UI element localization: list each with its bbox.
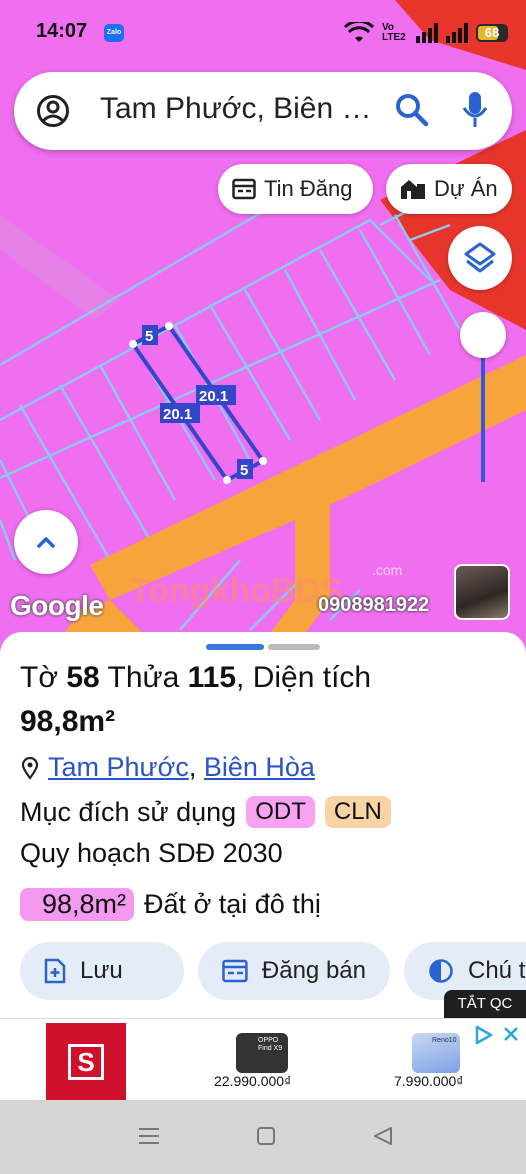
land-use-tag[interactable]: ODT bbox=[246, 796, 315, 828]
contrast-icon bbox=[429, 959, 453, 983]
listings-chip[interactable]: Tin Đăng bbox=[218, 164, 373, 214]
layers-button[interactable] bbox=[448, 226, 512, 290]
sheet-page-indicator-active[interactable] bbox=[206, 644, 264, 650]
zoom-slider-handle[interactable] bbox=[460, 312, 506, 358]
brand-logo: S bbox=[46, 1023, 126, 1101]
google-logo: Google bbox=[10, 590, 104, 621]
post-for-sale-button[interactable]: Đăng bán bbox=[198, 942, 390, 1000]
add-document-icon bbox=[44, 958, 66, 984]
expand-up-button[interactable] bbox=[14, 510, 78, 574]
parcel-title: Tờ 58 Thửa 115, Diện tích 98,8m² bbox=[20, 661, 372, 738]
planning-label: Quy hoạch SDĐ 2030 bbox=[20, 838, 283, 868]
building-icon bbox=[401, 180, 425, 199]
location-row: Tam Phước, Biên Hòa bbox=[20, 752, 315, 783]
watermark: TongkhoBDS bbox=[130, 572, 343, 610]
ad-choices-icon[interactable] bbox=[474, 1025, 494, 1045]
phone-image: OPPO Find X9 bbox=[236, 1033, 288, 1073]
land-use-row: Mục đích sử dụng ODT CLN bbox=[20, 796, 391, 828]
wifi-icon bbox=[344, 22, 374, 42]
projects-chip[interactable]: Dự Án bbox=[386, 164, 512, 214]
post-for-sale-label: Đăng bán bbox=[261, 957, 366, 984]
projects-label: Dự Án bbox=[434, 176, 498, 201]
listing-icon bbox=[232, 178, 256, 200]
battery-icon: 68 bbox=[476, 24, 508, 42]
save-button[interactable]: Lưu bbox=[20, 942, 184, 1000]
menu-icon[interactable] bbox=[138, 1126, 160, 1146]
clock: 14:07 bbox=[36, 20, 88, 42]
land-use-tag[interactable]: CLN bbox=[324, 796, 391, 828]
zoom-slider-track[interactable] bbox=[481, 356, 485, 482]
layers-icon bbox=[464, 242, 496, 273]
chevron-up-icon bbox=[37, 537, 55, 548]
search-icon[interactable] bbox=[394, 92, 430, 128]
product-price: 7.990.000₫ bbox=[394, 1073, 464, 1089]
microphone-icon[interactable] bbox=[462, 90, 488, 130]
listing-icon bbox=[222, 959, 248, 983]
ward-link[interactable]: Tam Phước bbox=[48, 752, 189, 782]
street-view-thumbnail[interactable] bbox=[454, 564, 510, 620]
signal-icon bbox=[416, 23, 438, 43]
system-navigation-bar bbox=[0, 1100, 526, 1174]
contact-phone[interactable]: 0908981922 bbox=[318, 594, 429, 617]
zone-area-chip: 98,8m² bbox=[20, 888, 135, 921]
edge-label: 5 bbox=[145, 328, 153, 345]
sheet-page-indicator[interactable] bbox=[268, 644, 320, 650]
account-icon[interactable] bbox=[36, 94, 70, 128]
zalo-notification-icon: Zalo bbox=[104, 24, 124, 42]
home-icon[interactable] bbox=[256, 1126, 276, 1146]
note-label: Chú t bbox=[468, 957, 526, 984]
city-link[interactable]: Biên Hòa bbox=[204, 752, 315, 782]
signal-icon-2 bbox=[446, 23, 468, 43]
product-price: 22.990.000₫ bbox=[214, 1073, 292, 1089]
edge-label: 20.1 bbox=[163, 406, 192, 423]
search-query[interactable]: Tam Phước, Biên … bbox=[100, 92, 372, 126]
parcel-area: 98,8m² bbox=[20, 705, 116, 738]
edge-label: 5 bbox=[240, 462, 248, 479]
watermark-suffix: .com bbox=[372, 562, 403, 578]
parcel-vertex bbox=[259, 457, 267, 465]
ad-banner[interactable]: S OPPO Find X9 22.990.000₫ Reno10 7.990.… bbox=[0, 1018, 526, 1101]
status-bar: 14:07 Zalo Vo LTE2 68 bbox=[0, 0, 526, 62]
system-indicators: Vo LTE2 68 bbox=[344, 22, 508, 44]
volte-label: Vo LTE2 bbox=[382, 22, 406, 43]
listings-label: Tin Đăng bbox=[264, 176, 353, 201]
save-label: Lưu bbox=[80, 957, 123, 984]
parcel-vertex bbox=[223, 476, 231, 484]
location-pin-icon bbox=[21, 756, 39, 780]
close-icon[interactable] bbox=[502, 1025, 520, 1043]
land-use-label: Mục đích sử dụng bbox=[20, 796, 237, 827]
search-bar[interactable]: Tam Phước, Biên … bbox=[14, 72, 512, 150]
back-icon[interactable] bbox=[372, 1126, 394, 1146]
zone-description: Đất ở tại đô thị bbox=[144, 889, 321, 919]
parcel-vertex bbox=[165, 322, 173, 330]
zone-area-row: 98,8m² Đất ở tại đô thị bbox=[20, 888, 321, 921]
parcel-vertex bbox=[129, 340, 137, 348]
edge-label: 20.1 bbox=[199, 388, 228, 405]
phone-image: Reno10 bbox=[412, 1033, 460, 1073]
close-ad-button[interactable]: TẮT QC bbox=[444, 990, 526, 1018]
